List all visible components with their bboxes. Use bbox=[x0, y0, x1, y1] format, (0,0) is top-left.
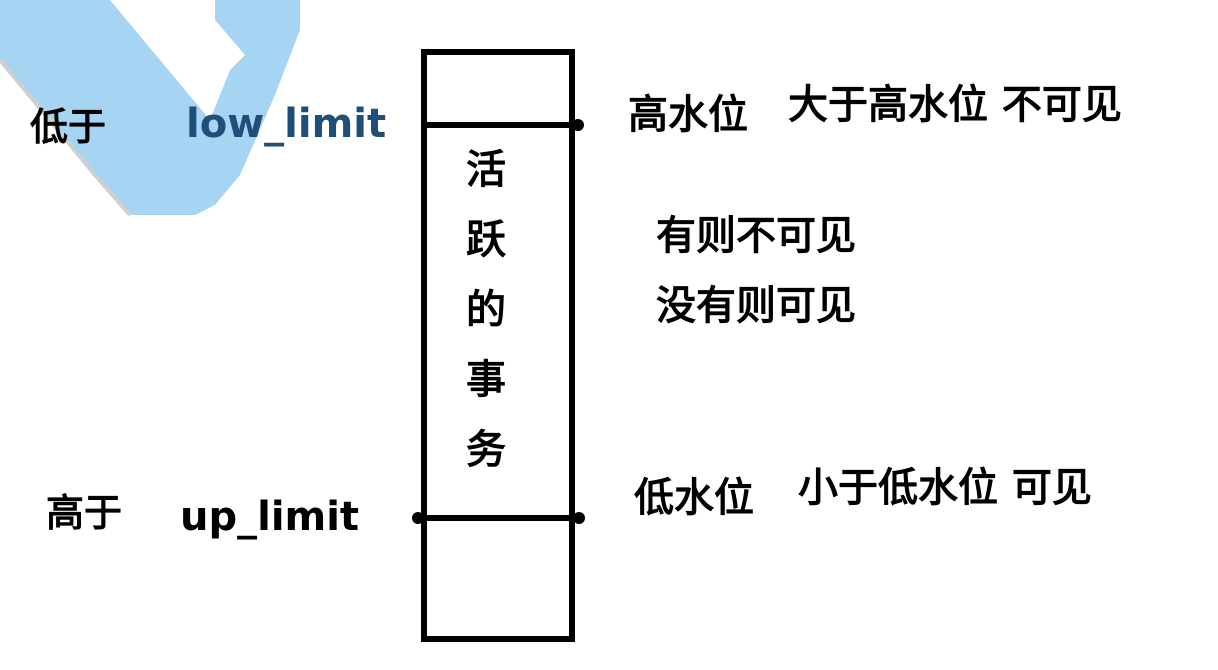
column-vertical-label: 活 跃 的 事 务 bbox=[458, 150, 514, 500]
low-water-line bbox=[416, 515, 582, 521]
column-char: 务 bbox=[466, 427, 506, 473]
column-char: 事 bbox=[466, 357, 506, 403]
middle-note-line1: 有则不可见 bbox=[656, 213, 856, 259]
high-water-mark-label: 高水位 bbox=[628, 92, 748, 138]
high-water-line bbox=[421, 122, 581, 128]
column-char: 跃 bbox=[466, 217, 506, 263]
column-char: 活 bbox=[466, 147, 506, 193]
low-water-dot-left bbox=[412, 512, 424, 524]
middle-note-line2: 没有则可见 bbox=[656, 283, 856, 329]
high-prefix-label: 高于 bbox=[46, 491, 123, 535]
column-char: 的 bbox=[466, 287, 506, 333]
high-water-note: 大于高水位 不可见 bbox=[788, 82, 1122, 128]
low-prefix-label: 低于 bbox=[30, 105, 107, 149]
low-water-dot-right bbox=[573, 512, 585, 524]
low-water-mark-label: 低水位 bbox=[634, 475, 754, 521]
diagram-canvas: 低于 low_limit 高于 up_limit 活 跃 的 事 务 高水位 大… bbox=[0, 0, 1218, 670]
low-limit-variable: low_limit bbox=[186, 101, 387, 147]
up-limit-variable: up_limit bbox=[180, 494, 360, 540]
low-water-note: 小于低水位 可见 bbox=[798, 465, 1092, 511]
high-water-dot bbox=[572, 119, 584, 131]
